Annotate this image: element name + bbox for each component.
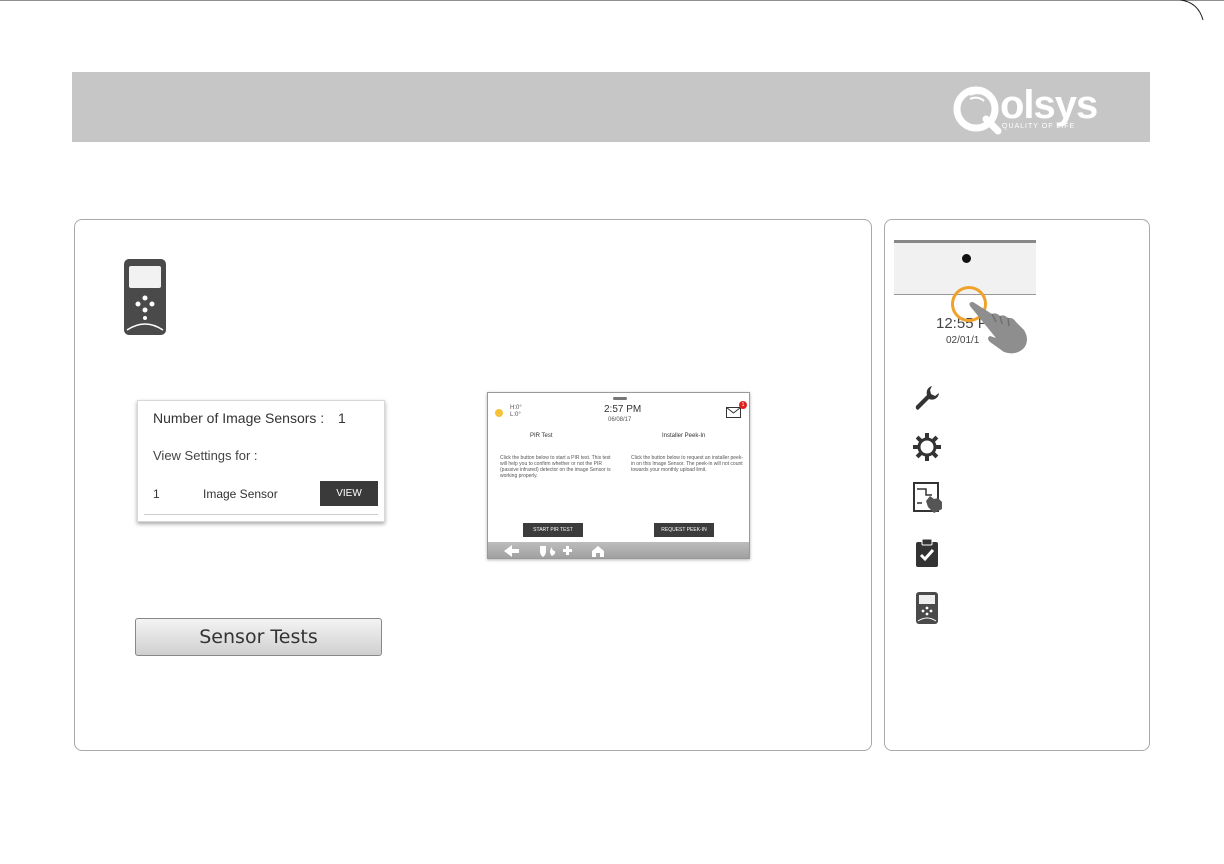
request-peek-in-button[interactable]: REQUEST PEEK-IN bbox=[654, 523, 714, 537]
peek-in-description: Click the button below to request an ins… bbox=[631, 455, 744, 473]
card-divider bbox=[144, 514, 378, 515]
fire-icon bbox=[550, 547, 556, 556]
header-band: olsys QUALITY OF LIFE bbox=[72, 72, 1150, 142]
mail-badge: 1 bbox=[739, 401, 747, 409]
weather-temps: H:0° L:0° bbox=[510, 405, 522, 419]
qolsys-logo: olsys QUALITY OF LIFE bbox=[952, 81, 1132, 135]
pir-test-description: Click the button below to start a PIR te… bbox=[500, 455, 611, 479]
panel-footer bbox=[488, 542, 749, 558]
start-pir-test-button[interactable]: START PIR TEST bbox=[523, 523, 583, 537]
panel-screen-image-sensor-tests: H:0° L:0° 2:57 PM 06/08/17 1 PIR Test In… bbox=[487, 392, 750, 559]
sun-icon bbox=[495, 409, 503, 417]
weather-high: H:0° bbox=[510, 405, 522, 411]
shield-icon bbox=[540, 546, 546, 557]
mail-icon[interactable] bbox=[726, 407, 741, 418]
logo-wordmark: olsys bbox=[1000, 83, 1098, 127]
tap-hand-icon bbox=[969, 302, 1027, 354]
footer-icons bbox=[504, 545, 604, 557]
view-button[interactable]: VIEW bbox=[320, 481, 378, 506]
back-arrow-icon bbox=[504, 545, 519, 557]
image-sensor-settings-card: Number of Image Sensors : 1 View Setting… bbox=[137, 400, 385, 522]
sensor-row-name: Image Sensor bbox=[203, 487, 278, 501]
panel-touch-icon[interactable] bbox=[912, 481, 946, 515]
sensor-count-value: 1 bbox=[338, 410, 346, 426]
pir-test-title: PIR Test bbox=[530, 433, 553, 439]
logo-tagline: QUALITY OF LIFE bbox=[1002, 123, 1076, 130]
drawer-handle[interactable] bbox=[613, 397, 627, 400]
gear-icon[interactable] bbox=[912, 432, 942, 462]
image-sensor-small-icon[interactable] bbox=[915, 591, 939, 625]
sensor-count-label: Number of Image Sensors : bbox=[153, 410, 325, 426]
view-settings-label: View Settings for : bbox=[153, 448, 258, 463]
panel-time: 2:57 PM bbox=[604, 404, 642, 415]
medical-cross-icon bbox=[563, 546, 572, 555]
peek-in-title: Installer Peek-In bbox=[662, 433, 706, 439]
logo-q-mark-icon bbox=[953, 86, 1002, 135]
sensor-tests-button[interactable]: Sensor Tests bbox=[135, 618, 382, 656]
wrench-icon[interactable] bbox=[912, 383, 942, 413]
sensor-row-number: 1 bbox=[153, 487, 160, 501]
camera-dot bbox=[962, 254, 971, 263]
weather-low: L:0° bbox=[510, 412, 521, 418]
clipboard-check-icon[interactable] bbox=[912, 538, 942, 568]
home-icon bbox=[592, 546, 604, 557]
image-sensor-icon bbox=[124, 259, 166, 335]
panel-date: 06/08/17 bbox=[608, 417, 632, 423]
